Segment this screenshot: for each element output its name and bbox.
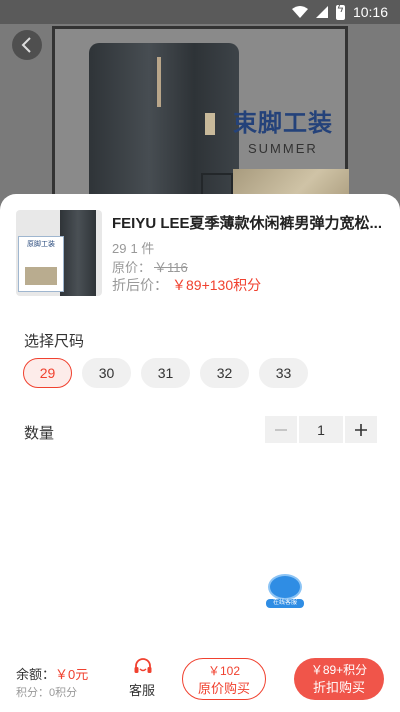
quantity-input[interactable]: 1 [299,416,343,443]
product-title: FEIYU LEE夏季薄款休闲裤男弹力宽松... [112,215,383,232]
status-time: 10:16 [352,4,388,20]
discount-price-value: ￥89+130积分 [172,277,262,293]
size-option-33[interactable]: 33 [259,358,308,388]
status-bar: 10:16 [0,0,400,24]
balance-label: 余额： [16,667,56,682]
signal-icon [315,6,328,18]
minus-icon [275,428,287,431]
chat-bubble-icon [268,574,302,600]
online-service-tag: 在线客服 [266,599,304,608]
increase-button[interactable] [345,416,377,443]
discount-buy-label: 折扣购买 [312,680,365,695]
points: 积分：0积分 [16,684,77,700]
size-options: 29 30 31 32 33 [23,358,318,388]
discount-buy-button[interactable]: ￥89+积分 折扣购买 [294,658,384,700]
banner-title: 束脚工装 [233,110,333,137]
balance-value: ￥0元 [55,667,89,682]
product-spec: 29 1 件 [112,238,154,257]
original-price: 原价： ￥116 [112,257,188,276]
original-buy-price: ￥102 [207,664,241,678]
back-button[interactable] [12,30,42,60]
discount-price: 折后价： ￥89+130积分 [112,275,261,295]
points-value: 0积分 [49,687,78,699]
banner-subtitle: SUMMER [248,141,318,156]
size-label: 选择尺码 [24,333,85,350]
quantity-label: 数量 [24,425,55,442]
headset-icon [134,658,152,673]
decrease-button[interactable] [265,416,297,443]
spec-count: 1 件 [130,241,155,256]
service-button[interactable]: 客服 [128,658,158,699]
service-label: 客服 [128,683,155,698]
size-option-32[interactable]: 32 [200,358,249,388]
points-label: 积分： [16,687,49,699]
original-price-label: 原价： [112,260,152,275]
online-service-button[interactable]: 在线客服 [266,574,304,608]
wifi-icon [291,6,308,18]
product-thumbnail: 原脚工装 [16,210,102,296]
size-option-30[interactable]: 30 [82,358,131,388]
battery-icon [335,3,345,20]
chevron-left-icon [21,37,31,53]
bottom-bar: 余额：￥0元 积分：0积分 客服 ￥102 原价购买 ￥89+积分 折扣购买 [0,644,400,712]
original-buy-label: 原价购买 [197,681,250,696]
thumb-text: 原脚工装 [27,241,55,248]
plus-icon [355,423,367,436]
spec-size: 29 [112,241,127,256]
balance: 余额：￥0元 [16,664,88,683]
original-price-value: ￥116 [154,260,188,275]
discount-buy-price: ￥89+积分 [310,663,368,677]
discount-price-label: 折后价： [112,277,168,293]
size-option-31[interactable]: 31 [141,358,190,388]
original-price-buy-button[interactable]: ￥102 原价购买 [182,658,266,700]
purchase-sheet: 原脚工装 FEIYU LEE夏季薄款休闲裤男弹力宽松... 29 1 件 原价： ￥… [0,194,400,712]
quantity-stepper: 1 [265,416,377,443]
size-option-29[interactable]: 29 [23,358,72,388]
